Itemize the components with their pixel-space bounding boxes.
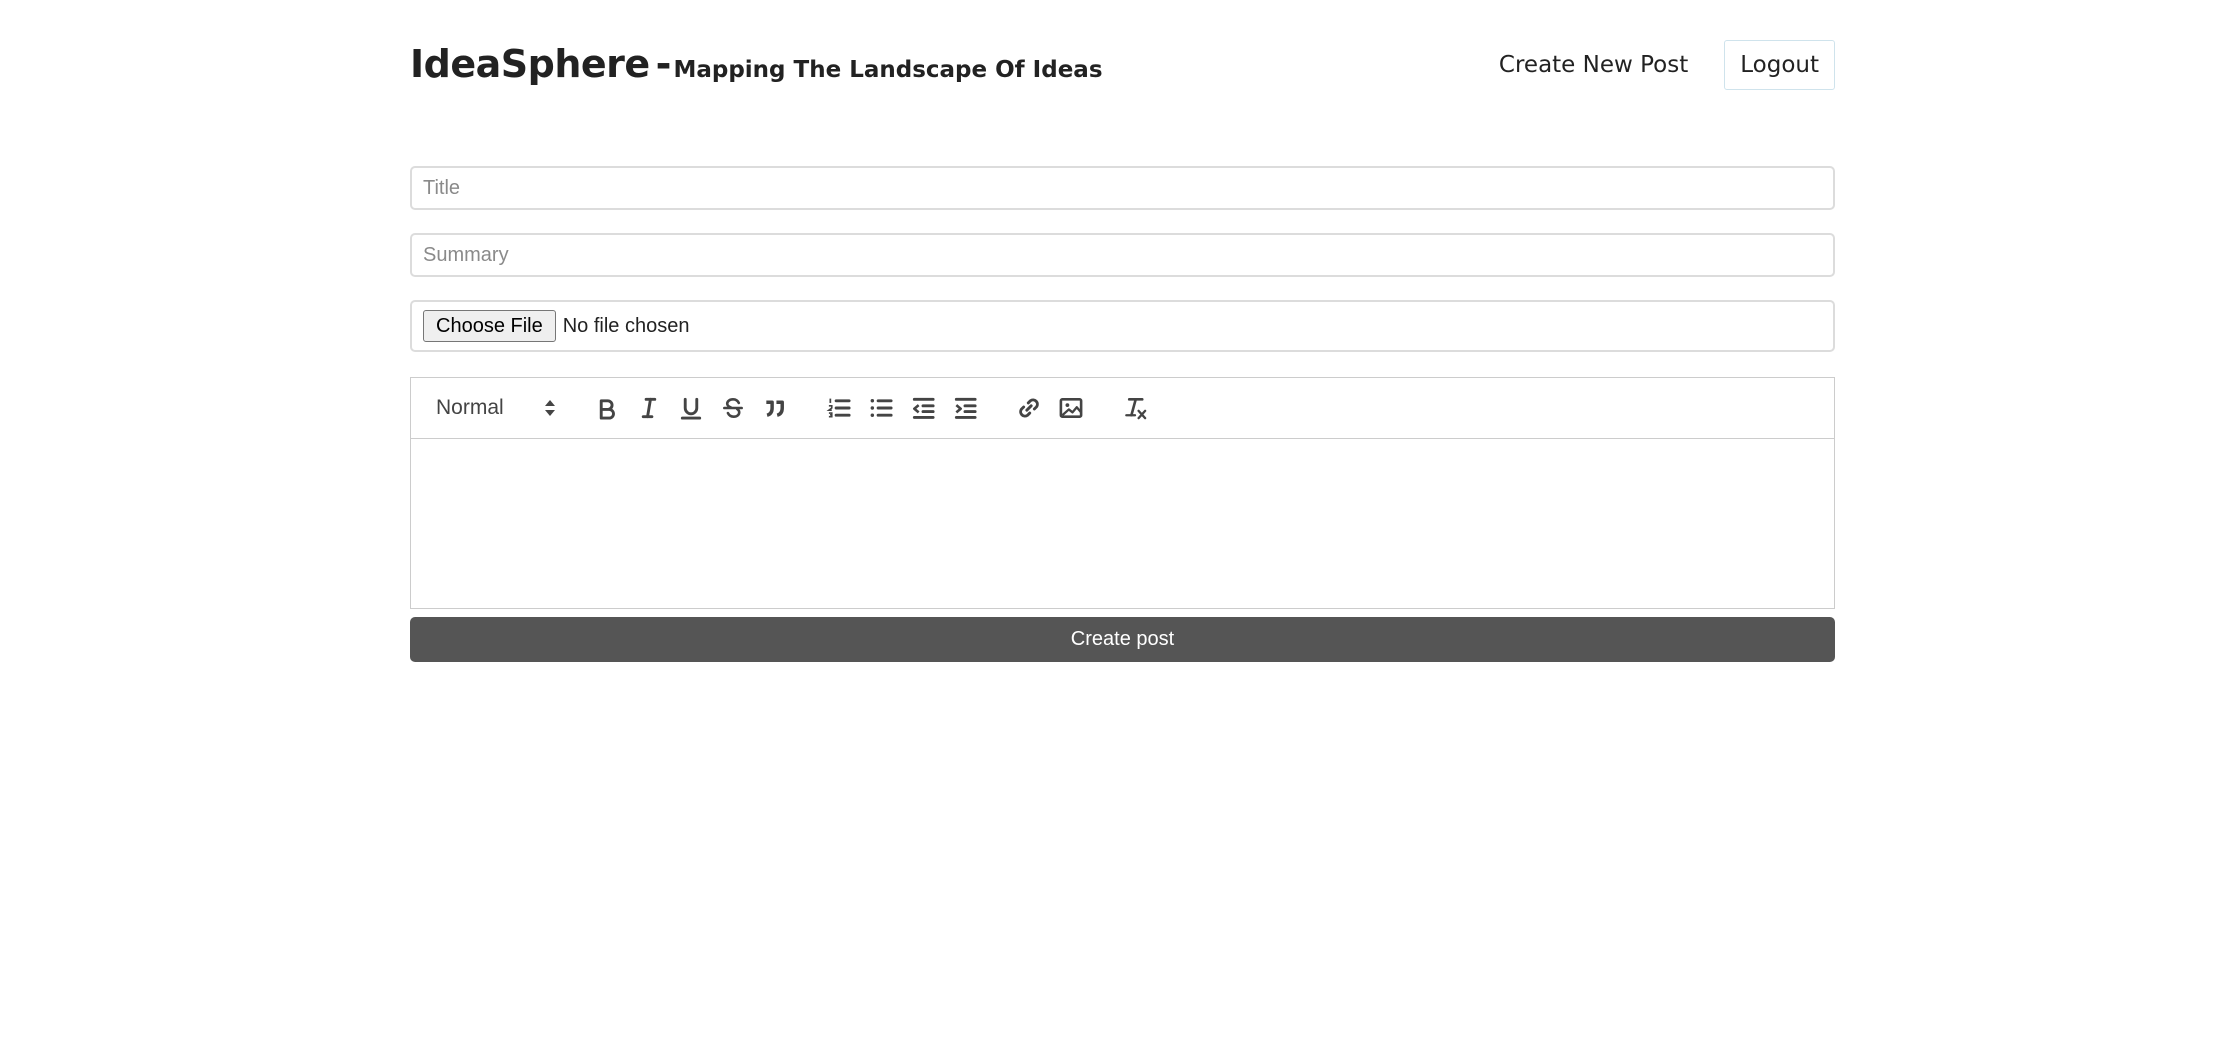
header-format-label: Normal xyxy=(436,396,504,419)
strike-icon xyxy=(723,398,743,418)
image-icon xyxy=(1059,398,1083,418)
blockquote-icon xyxy=(766,400,784,417)
clean-format-button[interactable] xyxy=(1114,390,1156,426)
editor-content-area[interactable] xyxy=(410,439,1835,609)
file-input: Choose File No file chosen xyxy=(410,300,1835,352)
editor-toolbar: Normal xyxy=(410,377,1835,439)
underline-button[interactable] xyxy=(670,390,712,426)
create-new-post-link[interactable]: Create New Post xyxy=(1499,52,1688,78)
outdent-button[interactable] xyxy=(902,390,944,426)
strike-button[interactable] xyxy=(712,390,754,426)
title-input[interactable] xyxy=(410,166,1835,210)
link-icon xyxy=(1019,398,1039,418)
bold-button[interactable] xyxy=(586,390,628,426)
brand-separator: - xyxy=(655,42,672,86)
ordered-list-button[interactable] xyxy=(818,390,860,426)
top-bar: IdeaSphere -Mapping The Landscape Of Idea… xyxy=(410,0,1835,130)
italic-icon xyxy=(641,397,657,419)
indent-button[interactable] xyxy=(944,390,986,426)
indent-icon xyxy=(954,397,977,419)
top-nav: Create New Post Logout xyxy=(1499,40,1835,90)
summary-input[interactable] xyxy=(410,233,1835,277)
blockquote-button[interactable] xyxy=(754,390,796,426)
link-button[interactable] xyxy=(1008,390,1050,426)
logout-button[interactable]: Logout xyxy=(1724,40,1835,90)
choose-file-button[interactable]: Choose File xyxy=(423,310,556,342)
outdent-icon xyxy=(912,397,935,419)
bullet-list-button[interactable] xyxy=(860,390,902,426)
bold-icon xyxy=(599,399,615,420)
header-format-select[interactable]: Normal xyxy=(426,392,566,424)
create-post-button[interactable]: Create post xyxy=(410,617,1835,662)
brand-name: IdeaSphere xyxy=(410,42,650,86)
bullet-list-icon xyxy=(870,399,893,417)
image-button[interactable] xyxy=(1050,390,1092,426)
brand: IdeaSphere -Mapping The Landscape Of Idea… xyxy=(410,42,1103,86)
page-container: IdeaSphere -Mapping The Landscape Of Idea… xyxy=(410,0,1835,662)
italic-button[interactable] xyxy=(628,390,670,426)
select-arrows-icon xyxy=(545,400,555,416)
brand-tagline: Mapping The Landscape Of Ideas xyxy=(673,57,1103,83)
file-status: No file chosen xyxy=(562,314,690,337)
underline-icon xyxy=(680,397,702,420)
ordered-list-icon xyxy=(826,398,851,418)
clean-format-icon xyxy=(1125,398,1147,420)
rich-text-editor: Normal xyxy=(410,377,1835,609)
